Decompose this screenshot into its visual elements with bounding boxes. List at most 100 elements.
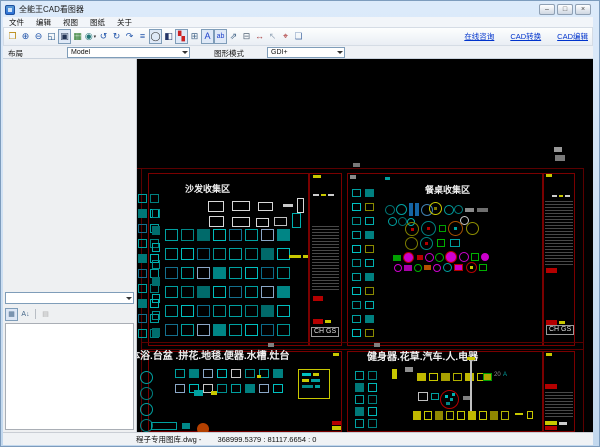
sofa-block-grid (197, 229, 210, 241)
main-toolbar: ❐ ⊕ ⊖ ◱ ▣ ▦ ◉ ▾ ↺ ↻ ↷ ≡ ◯ ◧ ▚ ⊞ Aab ⇗ ⊟ ↔ ↖ ⌖ ❏ 在线咨询 CAD转换 CAD编辑 (3, 27, 593, 46)
cad-block (545, 392, 573, 418)
fitness-bottom-row (490, 411, 498, 420)
copy-icon[interactable]: ❏ (292, 29, 305, 44)
menu-item-view[interactable]: 视图 (57, 17, 84, 28)
sofa-chgs-label: CH GS (311, 327, 340, 338)
main-area: ▦ A↓ ▤ 沙发收集区 餐桌收集区 CH GS CH GS 体浴.台盆 .拼花.地毯.便器… (3, 59, 593, 432)
cad-block (289, 255, 301, 258)
close-button[interactable]: × (575, 4, 591, 15)
layers-icon-glyph: ≡ (139, 31, 146, 41)
cad-block (209, 216, 224, 227)
sofa-block-grid (213, 267, 226, 279)
cad-block (559, 422, 567, 425)
sofa-inner-column (152, 328, 160, 337)
cad-block (460, 216, 469, 225)
cad-block (559, 195, 563, 197)
dining-left-column (365, 329, 374, 337)
menu-item-edit[interactable]: 编辑 (30, 17, 57, 28)
cad-block (283, 204, 293, 207)
text-display-icon-glyph: A (204, 31, 211, 41)
select-icon[interactable]: ↖ (266, 29, 279, 44)
sofa-left-column (138, 239, 147, 248)
dropdown-arrow-icon: ▾ (93, 33, 97, 40)
linetype-icon[interactable]: ab (214, 29, 227, 44)
cad-edit-link[interactable]: CAD编辑 (557, 31, 588, 42)
cad-block (313, 194, 319, 196)
rotate-left-icon-glyph: ↺ (99, 31, 108, 41)
color-swatch-icon[interactable]: ▚ (175, 29, 188, 44)
bath-title: 体浴.台盆 .拼花.地毯.便器.水槽.灶台 (137, 351, 290, 362)
rotate-left-icon[interactable]: ↺ (97, 29, 110, 44)
zoom-out-icon[interactable]: ⊖ (32, 29, 45, 44)
sofa-block-grid (229, 305, 242, 317)
layout-label: 布局 (8, 49, 23, 58)
graphics-mode-combo[interactable]: GDI+ (267, 47, 345, 58)
minimize-button[interactable]: – (539, 4, 555, 15)
full-extent-icon[interactable]: ▣ (58, 29, 71, 44)
menu-item-about[interactable]: 关于 (111, 17, 138, 28)
sofa-block-grid (229, 229, 242, 241)
fitness-left-column (355, 383, 364, 392)
cad-block (232, 217, 250, 227)
fit-view-icon[interactable]: ◱ (45, 29, 58, 44)
maximize-button[interactable]: □ (557, 4, 573, 15)
sofa-block-grid (245, 267, 258, 279)
dining-left-column (365, 245, 374, 253)
sofa-left-column (138, 194, 147, 203)
layout-combo[interactable]: Model (67, 47, 190, 58)
image-view-icon[interactable]: ▦ (71, 29, 84, 44)
copy-icon-glyph: ❏ (294, 31, 303, 41)
dining-left-column (352, 301, 361, 309)
rotate-right-icon[interactable]: ↻ (110, 29, 123, 44)
color-mode-icon-glyph: ◉ (84, 31, 93, 41)
frame-right-line (583, 168, 584, 432)
grid-icon[interactable]: ⊞ (188, 29, 201, 44)
categorized-icon[interactable]: ▦ (5, 307, 18, 321)
layers-icon[interactable]: ≡ (136, 29, 149, 44)
print-icon[interactable]: ⊟ (240, 29, 253, 44)
background-toggle-icon[interactable]: ◧ (162, 29, 175, 44)
sofa-block-grid (165, 229, 178, 241)
menu-item-file[interactable]: 文件 (3, 17, 30, 28)
dining-left-column (352, 189, 361, 197)
sort-alpha-icon[interactable]: A↓ (19, 308, 32, 321)
sofa-left-column (138, 314, 147, 323)
sofa-block-grid (197, 286, 210, 298)
measure-icon[interactable]: ⌖ (279, 29, 292, 44)
measure-icon-glyph: ⌖ (282, 31, 289, 41)
fitness-bottom-row (501, 411, 509, 420)
sofa-left-column (138, 299, 147, 308)
export-icon[interactable]: ⇗ (227, 29, 240, 44)
menu-item-sheet[interactable]: 图纸 (84, 17, 111, 28)
sofa-left-column (150, 194, 159, 203)
dining-left-column (365, 273, 374, 281)
fitness-bottom-row (435, 411, 443, 420)
fitness-bottom-row (424, 411, 432, 420)
cad-block (559, 321, 565, 324)
open-file-icon[interactable]: ❐ (6, 29, 19, 44)
select-icon-glyph: ↖ (268, 31, 277, 41)
dining-left-column (352, 203, 361, 211)
online-consult-link[interactable]: 在线咨询 (464, 31, 494, 42)
cad-block (554, 147, 562, 152)
chevron-down-icon (180, 48, 189, 57)
color-mode-icon[interactable]: ◉ ▾ (84, 29, 97, 44)
properties-combo[interactable] (5, 292, 134, 304)
cad-block (328, 194, 334, 196)
dining-left-column (352, 273, 361, 281)
cad-dot (427, 227, 430, 230)
bath-item-cluster (231, 384, 241, 393)
text-display-icon[interactable]: A (201, 29, 214, 44)
zoom-in-icon[interactable]: ⊕ (19, 29, 32, 44)
graphics-mode-label: 图形模式 (214, 49, 244, 58)
bath-item-cluster (245, 384, 255, 393)
circle-osnap-icon[interactable]: ◯ (149, 29, 162, 44)
cad-canvas[interactable]: 沙发收集区 餐桌收集区 CH GS CH GS 体浴.台盆 .拼花.地毯.便器.水槽.灶… (137, 59, 593, 432)
sofa-block-grid (181, 324, 194, 336)
rotate-180-icon[interactable]: ↷ (123, 29, 136, 44)
properties-list-area[interactable] (5, 323, 134, 430)
cad-block (350, 175, 356, 179)
cad-convert-link[interactable]: CAD转换 (510, 31, 541, 42)
sofa-block-grid (277, 324, 290, 336)
pan-icon[interactable]: ↔ (253, 29, 266, 44)
